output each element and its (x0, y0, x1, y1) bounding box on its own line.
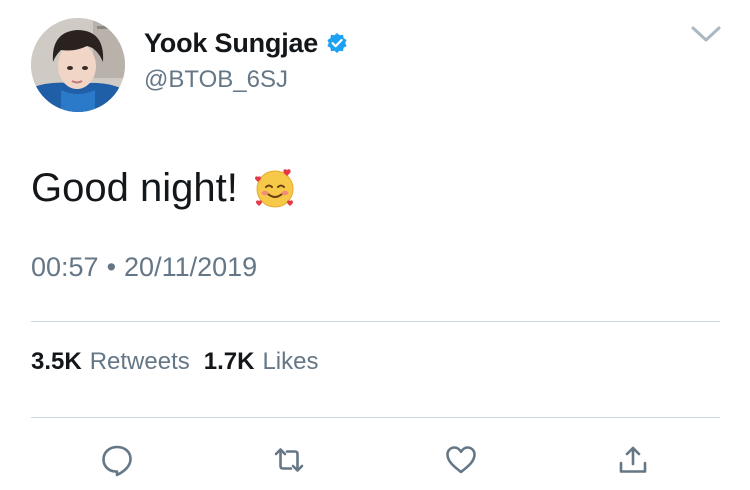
likes-count: 1.7K (203, 348, 255, 375)
chevron-down-icon[interactable] (690, 24, 722, 46)
divider (31, 417, 720, 418)
retweets-label: Retweets (89, 348, 190, 375)
user-handle[interactable]: @BTOB_6SJ (144, 66, 288, 94)
divider (31, 321, 720, 322)
timestamp-separator: • (106, 252, 117, 282)
retweets-stat[interactable]: 3.5K Retweets (31, 348, 190, 376)
share-button[interactable] (613, 440, 653, 480)
retweets-count: 3.5K (31, 348, 82, 375)
verified-badge-icon (326, 32, 348, 54)
likes-stat[interactable]: 1.7K Likes (204, 348, 319, 376)
avatar[interactable] (31, 18, 125, 112)
share-icon (619, 446, 647, 473)
tweet-body: Good night! (31, 165, 238, 210)
tweet-stats: 3.5K Retweets 1.7K Likes (31, 348, 318, 376)
reply-button[interactable] (97, 440, 137, 480)
tweet-date: 20/11/2019 (124, 252, 258, 282)
likes-label: Likes (262, 348, 319, 375)
reply-icon (102, 445, 132, 477)
tweet-time: 00:57 (31, 252, 99, 282)
like-button[interactable] (441, 440, 481, 480)
avatar-photo (31, 18, 125, 112)
smiling-face-with-hearts-icon (252, 165, 298, 211)
tweet-timestamp[interactable]: 00:57 • 20/11/2019 (31, 252, 257, 283)
heart-icon (446, 446, 476, 474)
retweet-button[interactable] (269, 440, 309, 480)
display-name[interactable]: Yook Sungjae (144, 28, 318, 59)
tweet-actions (0, 440, 750, 480)
retweet-icon (274, 448, 304, 472)
tweet-text: Good night! (31, 165, 298, 211)
user-name-row[interactable]: Yook Sungjae (144, 26, 348, 60)
